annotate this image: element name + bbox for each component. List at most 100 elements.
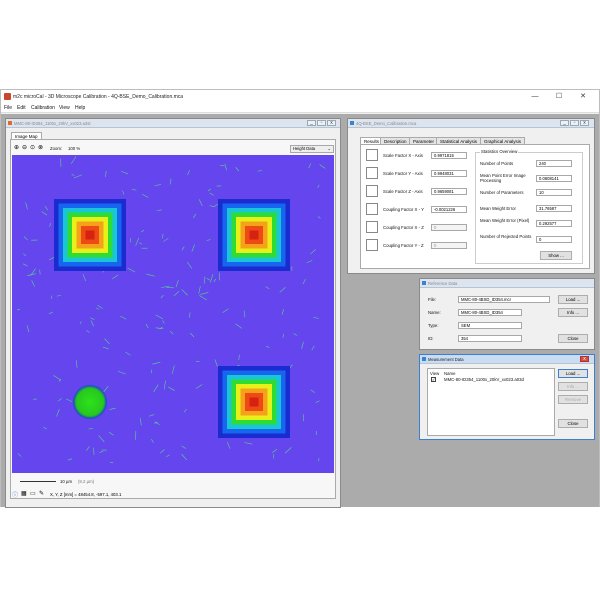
image-window-restore[interactable]: ▫ [317,120,326,126]
reference-window-icon [422,281,426,285]
image-window-minimize[interactable]: _ [307,120,316,126]
error-vector [210,274,214,283]
error-vector [151,439,154,443]
menu-view[interactable]: View [59,105,70,111]
menu-file[interactable]: File [4,105,12,111]
calibration-window-close[interactable]: x [580,120,589,126]
error-vector [243,310,246,318]
grid-icon[interactable]: ▦ [21,490,27,497]
error-vector [82,274,87,282]
result-value-field[interactable]: 0.9659081 [431,188,467,195]
error-vector [102,346,109,350]
image-window-close[interactable]: x [327,120,336,126]
calibration-window-minimize[interactable]: _ [560,120,569,126]
result-label: Scale Factor X - Axis [383,153,423,158]
reference-window-title: Reference Data [428,281,458,286]
error-vector [282,333,285,338]
measurement-list[interactable]: View Name ✓ MMC-80-ID354_1100x_20kV_xx02… [427,368,555,436]
result-value-field[interactable]: 0.9971815 [431,152,467,159]
error-vector [135,237,140,246]
show-button[interactable]: Show ... [540,251,572,260]
error-vector [56,409,60,417]
measurement-load-button[interactable]: Load ... [558,369,588,378]
result-value-field[interactable]: -0.0021226 [431,206,467,213]
error-vector [98,435,105,443]
maximize-button[interactable]: ☐ [551,92,567,102]
menu-edit[interactable]: Edit [17,105,26,111]
measurement-info-button: Info ... [558,382,588,391]
close-button[interactable]: ✕ [575,92,591,102]
pen-icon[interactable]: ✎ [39,490,44,497]
error-vector [139,418,142,426]
stat-value: 240 [536,160,572,167]
zoom-value: 100 % [68,146,81,151]
chart-icon [366,239,378,251]
load-button[interactable]: Load ... [558,295,588,304]
zoom-out-icon[interactable]: ⊖ [22,144,27,151]
error-vector [181,453,188,461]
image-window-titlebar[interactable]: MMC-80-ID354_1100x_20kV_xx023.a3st _ ▫ x [6,119,340,128]
measurement-row-name[interactable]: MMC-80-ID354_1100x_20kV_xx023.a03d [444,377,524,382]
menu-help[interactable]: Help [75,105,85,111]
error-vector [173,291,180,297]
error-vector [49,222,52,227]
measurement-close-button[interactable]: Close [558,419,588,428]
error-vector [152,361,161,365]
zoom-fit-icon[interactable]: ⊙ [30,144,35,151]
id-field[interactable]: 354 [458,335,522,342]
error-vector [105,170,107,177]
error-vector [88,427,94,430]
error-vector [279,287,286,293]
stat-label: Number of Parameters [480,190,524,195]
error-vector [313,317,319,319]
error-vector [161,233,164,239]
stat-label: Mean Point Error Image Processing [480,173,526,183]
error-vector [175,279,179,288]
error-vector [226,441,231,449]
stat-label: Mean Weight Error (Pixel) [480,218,530,223]
minimize-button[interactable]: — [527,92,543,102]
frame-icon[interactable]: ▭ [30,490,36,497]
mdi-client: MMC-80-ID354_1100x_20kV_xx023.a3st _ ▫ x… [1,114,599,508]
view-select[interactable]: Height Data ⌄ [290,145,334,153]
measurement-window-close[interactable]: x [580,356,589,362]
result-value-field[interactable]: 0.9948031 [431,170,467,177]
result-label: Coupling Factor Y - Z [383,243,424,248]
menu-calibration[interactable]: Calibration [31,105,55,111]
info-button[interactable]: Info ... [558,308,588,317]
error-vector [90,317,95,320]
error-vector [73,174,83,179]
error-vector [120,315,127,320]
error-vector [71,173,75,177]
error-vector [41,211,48,216]
zoom-in-icon[interactable]: ⊕ [14,144,19,151]
error-vector [169,178,172,185]
error-vector [209,205,214,207]
measurement-window-titlebar[interactable]: Measurement Data x [420,355,594,364]
error-vector [146,273,155,277]
reference-window-titlebar[interactable]: Reference Data [420,279,594,288]
zoom-window-icon[interactable]: ⊗ [38,144,43,151]
app-title: m2c microCal - 3D Microscope Calibration… [13,94,184,100]
error-vector [160,295,164,299]
error-vector [257,170,263,172]
error-vector [284,447,292,454]
view-checkbox[interactable]: ✓ [431,377,436,382]
reference-close-button[interactable]: Close [558,334,588,343]
error-vector [306,260,313,264]
calibration-window-titlebar[interactable]: 4Q-BSE_Demo_Calibration.mca _ ▫ x [348,119,594,128]
image-window: MMC-80-ID354_1100x_20kV_xx023.a3st _ ▫ x… [5,118,341,508]
result-label: Scale Factor Y - Axis [383,171,423,176]
info-icon[interactable]: ⓘ [12,490,18,499]
file-field[interactable]: MMC-80-4BSD_ID354.mcr [458,296,550,303]
error-vector [265,286,270,290]
error-vector [122,190,125,195]
error-vector [108,431,114,436]
height-map-image[interactable] [12,155,334,473]
name-field[interactable]: MMC-80-4BSD_ID354 [458,309,522,316]
type-field[interactable]: SEM [458,322,522,329]
calibration-window-restore[interactable]: ▫ [570,120,579,126]
error-vector [191,244,195,252]
chart-icon [366,203,378,215]
error-vector [90,320,94,327]
